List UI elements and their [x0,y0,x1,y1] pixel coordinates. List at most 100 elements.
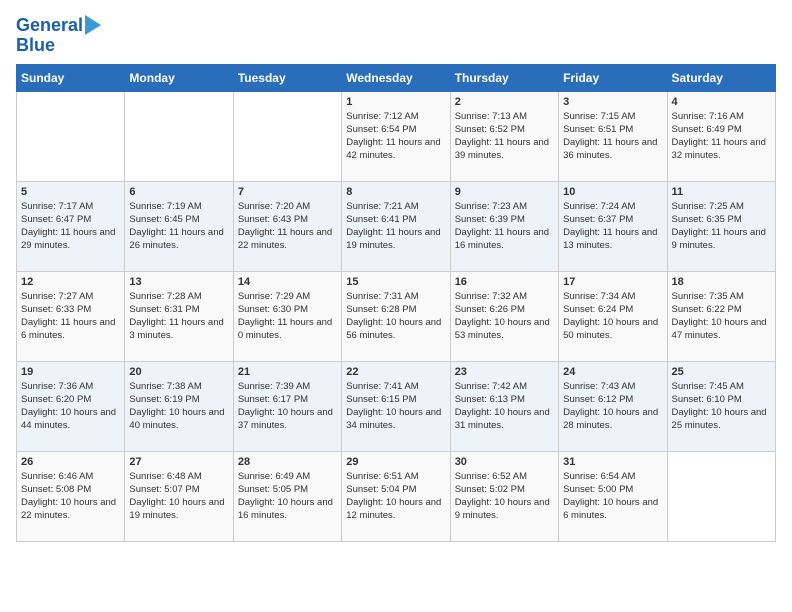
day-number: 31 [563,456,662,468]
day-content: Sunrise: 7:43 AM Sunset: 6:12 PM Dayligh… [563,380,662,433]
day-content: Sunrise: 7:25 AM Sunset: 6:35 PM Dayligh… [672,200,771,253]
day-content: Sunrise: 7:42 AM Sunset: 6:13 PM Dayligh… [455,380,554,433]
day-number: 28 [238,456,337,468]
day-number: 17 [563,276,662,288]
logo: General Blue [16,16,101,56]
week-row-2: 5 Sunrise: 7:17 AM Sunset: 6:47 PM Daylig… [17,181,776,271]
calendar-cell: 17 Sunrise: 7:34 AM Sunset: 6:24 PM Dayli… [559,271,667,361]
calendar-cell: 12Sunrise: 7:27 AM Sunset: 6:33 PM Dayli… [17,271,125,361]
calendar-cell: 16Sunrise: 7:32 AM Sunset: 6:26 PM Dayli… [450,271,558,361]
day-content: Sunrise: 7:29 AM Sunset: 6:30 PM Dayligh… [238,290,337,343]
calendar-table: SundayMondayTuesdayWednesdayThursdayFrid… [16,64,776,542]
day-number: 21 [238,366,337,378]
day-content: Sunrise: 7:12 AM Sunset: 6:54 PM Dayligh… [346,110,445,163]
calendar-cell: 28 Sunrise: 6:49 AM Sunset: 5:05 PM Dayli… [233,451,341,541]
calendar-cell: 13 Sunrise: 7:28 AM Sunset: 6:31 PM Dayli… [125,271,233,361]
day-number: 18 [672,276,771,288]
day-content: Sunrise: 7:20 AM Sunset: 6:43 PM Dayligh… [238,200,337,253]
calendar-cell: 23 Sunrise: 7:42 AM Sunset: 6:13 PM Dayli… [450,361,558,451]
day-content: Sunrise: 7:23 AM Sunset: 6:39 PM Dayligh… [455,200,554,253]
day-number: 4 [672,96,771,108]
calendar-cell [233,91,341,181]
day-number: 3 [563,96,662,108]
day-number: 14 [238,276,337,288]
calendar-cell [17,91,125,181]
day-content: Sunrise: 7:16 AM Sunset: 6:49 PM Dayligh… [672,110,771,163]
calendar-cell: 1Sunrise: 7:12 AM Sunset: 6:54 PM Daylig… [342,91,450,181]
day-number: 19 [21,366,120,378]
day-number: 30 [455,456,554,468]
day-header-wednesday: Wednesday [342,64,450,91]
calendar-cell: 19 Sunrise: 7:36 AM Sunset: 6:20 PM Dayli… [17,361,125,451]
calendar-cell: 21 Sunrise: 7:39 AM Sunset: 6:17 PM Dayli… [233,361,341,451]
day-number: 10 [563,186,662,198]
calendar-cell: 11 Sunrise: 7:25 AM Sunset: 6:35 PM Dayli… [667,181,775,271]
day-number: 13 [129,276,228,288]
calendar-cell: 29Sunrise: 6:51 AM Sunset: 5:04 PM Dayli… [342,451,450,541]
day-number: 25 [672,366,771,378]
calendar-cell: 31 Sunrise: 6:54 AM Sunset: 5:00 PM Dayli… [559,451,667,541]
calendar-cell: 6Sunrise: 7:19 AM Sunset: 6:45 PM Daylig… [125,181,233,271]
day-number: 16 [455,276,554,288]
calendar-cell: 18 Sunrise: 7:35 AM Sunset: 6:22 PM Dayli… [667,271,775,361]
logo-arrow-icon [85,15,101,35]
day-content: Sunrise: 7:28 AM Sunset: 6:31 PM Dayligh… [129,290,228,343]
day-number: 22 [346,366,445,378]
day-header-sunday: Sunday [17,64,125,91]
day-content: Sunrise: 7:36 AM Sunset: 6:20 PM Dayligh… [21,380,120,433]
day-content: Sunrise: 7:45 AM Sunset: 6:10 PM Dayligh… [672,380,771,433]
day-content: Sunrise: 6:48 AM Sunset: 5:07 PM Dayligh… [129,470,228,523]
day-content: Sunrise: 6:54 AM Sunset: 5:00 PM Dayligh… [563,470,662,523]
day-content: Sunrise: 7:21 AM Sunset: 6:41 PM Dayligh… [346,200,445,253]
day-header-saturday: Saturday [667,64,775,91]
calendar-cell: 25 Sunrise: 7:45 AM Sunset: 6:10 PM Dayli… [667,361,775,451]
day-number: 11 [672,186,771,198]
calendar-cell [125,91,233,181]
page-header: General Blue [16,16,776,56]
day-number: 8 [346,186,445,198]
day-content: Sunrise: 7:39 AM Sunset: 6:17 PM Dayligh… [238,380,337,433]
calendar-cell: 4 Sunrise: 7:16 AM Sunset: 6:49 PM Daylig… [667,91,775,181]
day-content: Sunrise: 6:52 AM Sunset: 5:02 PM Dayligh… [455,470,554,523]
calendar-cell [667,451,775,541]
day-content: Sunrise: 6:49 AM Sunset: 5:05 PM Dayligh… [238,470,337,523]
logo-text: General [16,16,83,36]
day-number: 9 [455,186,554,198]
calendar-cell: 30 Sunrise: 6:52 AM Sunset: 5:02 PM Dayli… [450,451,558,541]
day-content: Sunrise: 7:17 AM Sunset: 6:47 PM Dayligh… [21,200,120,253]
days-header-row: SundayMondayTuesdayWednesdayThursdayFrid… [17,64,776,91]
day-number: 6 [129,186,228,198]
day-number: 15 [346,276,445,288]
calendar-cell: 2Sunrise: 7:13 AM Sunset: 6:52 PM Daylig… [450,91,558,181]
calendar-cell: 14 Sunrise: 7:29 AM Sunset: 6:30 PM Dayli… [233,271,341,361]
day-content: Sunrise: 7:38 AM Sunset: 6:19 PM Dayligh… [129,380,228,433]
day-content: Sunrise: 6:51 AM Sunset: 5:04 PM Dayligh… [346,470,445,523]
day-header-thursday: Thursday [450,64,558,91]
day-content: Sunrise: 7:31 AM Sunset: 6:28 PM Dayligh… [346,290,445,343]
logo-blue: Blue [16,36,101,56]
day-number: 23 [455,366,554,378]
calendar-cell: 15 Sunrise: 7:31 AM Sunset: 6:28 PM Dayli… [342,271,450,361]
calendar-cell: 10 Sunrise: 7:24 AM Sunset: 6:37 PM Dayli… [559,181,667,271]
day-content: Sunrise: 7:41 AM Sunset: 6:15 PM Dayligh… [346,380,445,433]
day-content: Sunrise: 6:46 AM Sunset: 5:08 PM Dayligh… [21,470,120,523]
day-header-tuesday: Tuesday [233,64,341,91]
day-content: Sunrise: 7:34 AM Sunset: 6:24 PM Dayligh… [563,290,662,343]
day-number: 12 [21,276,120,288]
calendar-cell: 26 Sunrise: 6:46 AM Sunset: 5:08 PM Dayli… [17,451,125,541]
day-content: Sunrise: 7:24 AM Sunset: 6:37 PM Dayligh… [563,200,662,253]
day-header-friday: Friday [559,64,667,91]
day-number: 7 [238,186,337,198]
calendar-cell: 5 Sunrise: 7:17 AM Sunset: 6:47 PM Daylig… [17,181,125,271]
day-number: 5 [21,186,120,198]
week-row-5: 26 Sunrise: 6:46 AM Sunset: 5:08 PM Dayli… [17,451,776,541]
calendar-cell: 20Sunrise: 7:38 AM Sunset: 6:19 PM Dayli… [125,361,233,451]
calendar-cell: 8 Sunrise: 7:21 AM Sunset: 6:41 PM Daylig… [342,181,450,271]
day-number: 26 [21,456,120,468]
day-content: Sunrise: 7:35 AM Sunset: 6:22 PM Dayligh… [672,290,771,343]
day-content: Sunrise: 7:13 AM Sunset: 6:52 PM Dayligh… [455,110,554,163]
day-content: Sunrise: 7:15 AM Sunset: 6:51 PM Dayligh… [563,110,662,163]
day-header-monday: Monday [125,64,233,91]
day-number: 27 [129,456,228,468]
calendar-cell: 9 Sunrise: 7:23 AM Sunset: 6:39 PM Daylig… [450,181,558,271]
